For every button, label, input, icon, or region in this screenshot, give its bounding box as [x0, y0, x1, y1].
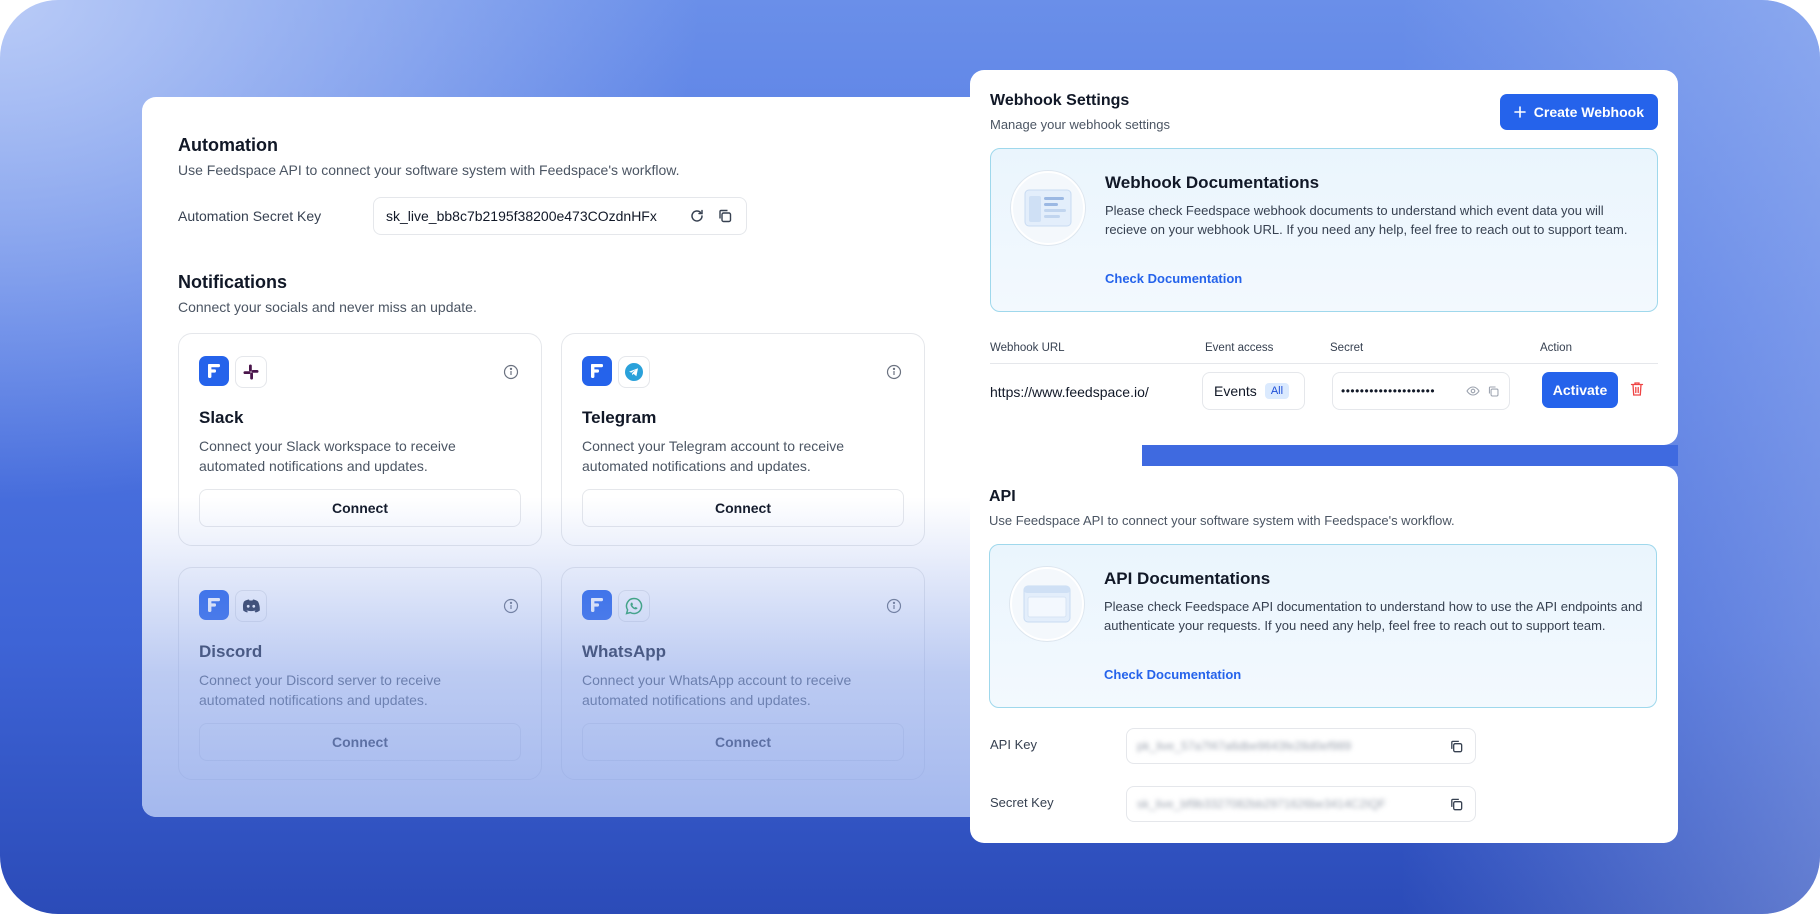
api-documentation-box: API Documentations Please check Feedspac… — [989, 544, 1657, 708]
feedspace-logo-icon — [199, 356, 229, 386]
automation-secret-key-label: Automation Secret Key — [178, 208, 322, 224]
webhook-subtitle: Manage your webhook settings — [990, 117, 1170, 132]
document-illustration-icon — [1011, 171, 1085, 245]
event-access-selector[interactable]: Events All — [1202, 372, 1305, 410]
webhook-check-documentation-link[interactable]: Check Documentation — [1105, 271, 1242, 286]
webhook-url-cell: https://www.feedspace.io/ — [990, 384, 1149, 400]
api-key-label: API Key — [990, 737, 1037, 752]
eye-icon[interactable] — [1465, 380, 1481, 402]
automation-secret-key-row: Automation Secret Key sk_live_bb8c7b2195… — [178, 197, 747, 235]
trash-icon[interactable] — [1630, 381, 1644, 402]
column-header-event-access: Event access — [1205, 342, 1274, 354]
webhook-header: Webhook Settings Manage your webhook set… — [990, 92, 1170, 132]
whatsapp-card: WhatsApp Connect your WhatsApp account t… — [561, 567, 925, 780]
card-title: Discord — [199, 642, 263, 661]
card-title: WhatsApp — [582, 642, 667, 661]
api-key-field[interactable]: pk_live_57a7f47a6dbe9643fe28d0ef989 — [1126, 728, 1476, 764]
webhook-doc-text: Please check Feedspace webhook documents… — [1105, 203, 1628, 237]
api-subtitle: Use Feedspace API to connect your softwa… — [989, 513, 1455, 528]
card-logos — [199, 356, 267, 388]
copy-icon[interactable] — [1445, 793, 1467, 815]
info-icon[interactable] — [503, 364, 519, 385]
copy-icon[interactable] — [1485, 380, 1501, 402]
feedspace-logo-icon — [199, 590, 229, 620]
webhook-settings-panel: Webhook Settings Manage your webhook set… — [970, 70, 1678, 445]
automation-secret-key-value: sk_live_bb8c7b2195f38200e473COzdnHFx — [386, 208, 657, 224]
secret-key-value: sk_live_bf9b3327082bb2971626be3414C2IQF — [1137, 797, 1386, 811]
api-header: API Use Feedspace API to connect your so… — [989, 488, 1455, 528]
plus-icon — [1513, 106, 1526, 118]
refresh-icon[interactable] — [686, 205, 708, 227]
automation-secret-key-field[interactable]: sk_live_bb8c7b2195f38200e473COzdnHFx — [373, 197, 747, 235]
card-description: Connect your Slack workspace to receive … — [199, 438, 456, 474]
webhook-secret-field[interactable]: •••••••••••••••••••• — [1332, 372, 1510, 410]
card-logos — [582, 356, 650, 388]
api-check-documentation-link[interactable]: Check Documentation — [1104, 667, 1241, 682]
whatsapp-connect-button[interactable]: Connect — [582, 723, 904, 761]
feedspace-logo-icon — [582, 356, 612, 386]
panel-divider-strip — [1142, 445, 1678, 466]
slack-connect-button[interactable]: Connect — [199, 489, 521, 527]
copy-icon[interactable] — [714, 205, 736, 227]
telegram-icon — [618, 356, 650, 388]
card-description: Connect your WhatsApp account to receive… — [582, 672, 852, 708]
background-frame: Automation Use Feedspace API to connect … — [0, 0, 1820, 914]
card-description: Connect your Discord server to receive a… — [199, 672, 441, 708]
telegram-connect-button[interactable]: Connect — [582, 489, 904, 527]
telegram-card: Telegram Connect your Telegram account t… — [561, 333, 925, 546]
notifications-subtitle: Connect your socials and never miss an u… — [178, 299, 477, 315]
notifications-title: Notifications — [178, 272, 288, 292]
api-doc-text: Please check Feedspace API documentation… — [1104, 599, 1643, 633]
webhook-doc-title: Webhook Documentations — [1105, 173, 1320, 192]
secret-masked-value: •••••••••••••••••••• — [1341, 384, 1436, 398]
discord-card: Discord Connect your Discord server to r… — [178, 567, 542, 780]
card-logos — [582, 590, 650, 622]
column-header-action: Action — [1540, 342, 1572, 354]
card-description: Connect your Telegram account to receive… — [582, 438, 844, 474]
webhook-documentation-box: Webhook Documentations Please check Feed… — [990, 148, 1658, 312]
info-icon[interactable] — [503, 598, 519, 619]
card-title: Telegram — [582, 408, 657, 427]
events-label: Events — [1214, 383, 1257, 399]
api-doc-title: API Documentations — [1104, 569, 1271, 588]
slack-card: Slack Connect your Slack workspace to re… — [178, 333, 542, 546]
webhook-title: Webhook Settings — [990, 92, 1130, 109]
automation-title: Automation — [178, 135, 278, 155]
copy-icon[interactable] — [1445, 735, 1467, 757]
api-title: API — [989, 488, 1016, 505]
column-header-webhook-url: Webhook URL — [990, 342, 1065, 354]
whatsapp-icon — [618, 590, 650, 622]
secret-key-label: Secret Key — [990, 795, 1054, 810]
activate-button[interactable]: Activate — [1542, 372, 1618, 408]
column-header-secret: Secret — [1330, 342, 1364, 354]
create-webhook-button[interactable]: Create Webhook — [1499, 94, 1658, 130]
create-webhook-label: Create Webhook — [1533, 104, 1644, 120]
automation-subtitle: Use Feedspace API to connect your softwa… — [178, 162, 680, 178]
slack-icon — [235, 356, 267, 388]
api-panel: API Use Feedspace API to connect your so… — [970, 466, 1678, 843]
table-header-divider — [990, 363, 1658, 364]
card-logos — [199, 590, 267, 622]
automation-section: Automation Use Feedspace API to connect … — [178, 135, 679, 178]
events-all-badge: All — [1264, 383, 1290, 399]
secret-key-field[interactable]: sk_live_bf9b3327082bb2971626be3414C2IQF — [1126, 786, 1476, 822]
discord-icon — [235, 590, 267, 622]
api-key-value: pk_live_57a7f47a6dbe9643fe28d0ef989 — [1137, 739, 1352, 753]
notifications-section: Notifications Connect your socials and n… — [178, 272, 477, 315]
card-title: Slack — [199, 408, 244, 427]
feedspace-logo-icon — [582, 590, 612, 620]
discord-connect-button[interactable]: Connect — [199, 723, 521, 761]
document-illustration-icon — [1010, 567, 1084, 641]
info-icon[interactable] — [886, 598, 902, 619]
info-icon[interactable] — [886, 364, 902, 385]
